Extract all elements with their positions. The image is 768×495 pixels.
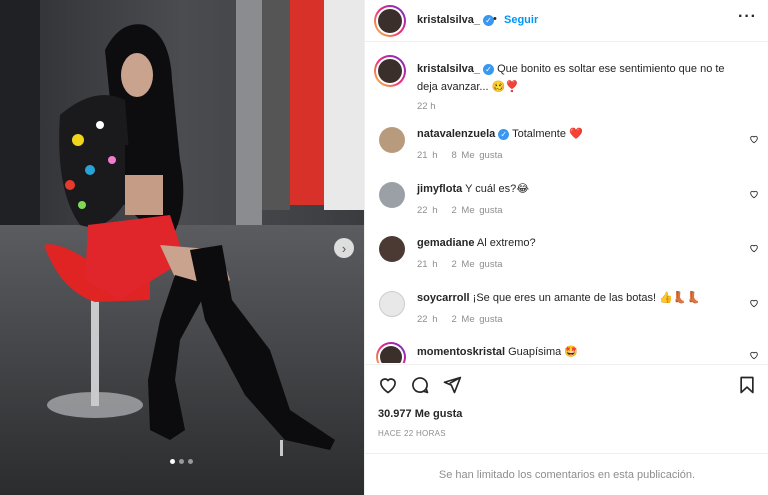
carousel-dot <box>179 459 184 464</box>
comment-likes[interactable]: 2 Me gusta <box>452 205 503 216</box>
carousel-dot-active <box>170 459 175 464</box>
comment-text: jimyflota Y cuál es?😂 <box>417 182 737 196</box>
comment-meta: 22 h 2 Me gusta <box>417 314 517 325</box>
comment-body: Y cuál es?😂 <box>465 183 530 195</box>
avatar <box>380 346 402 363</box>
post-photo[interactable]: › <box>0 0 364 495</box>
comment-username[interactable]: gemadiane <box>417 237 474 249</box>
post-viewer: › kristalsilva_ ✓ • Seguir ··· kristalsil… <box>0 0 768 495</box>
caption-time: 22 h <box>417 101 436 112</box>
comment-body: Al extremo? <box>476 237 536 249</box>
chevron-right-icon[interactable]: › <box>334 238 354 258</box>
author-avatar-ring[interactable] <box>374 5 406 37</box>
comment-text: natavalenzuela ✓ Totalmente ❤️ <box>417 127 737 141</box>
avatar-ring[interactable] <box>376 342 406 363</box>
comment-meta: 21 h 8 Me gusta <box>417 150 517 161</box>
avatar[interactable] <box>379 182 405 208</box>
post-timestamp: HACE 22 HORAS <box>378 429 446 438</box>
heart-outline-icon[interactable] <box>749 189 759 199</box>
more-horizontal-icon[interactable]: ··· <box>738 8 757 26</box>
post-side-panel: kristalsilva_ ✓ • Seguir ··· kristalsilva… <box>364 0 768 495</box>
post-header: kristalsilva_ ✓ • Seguir ··· <box>365 0 768 42</box>
comment-meta: 21 h 2 Me gusta <box>417 259 517 270</box>
separator-dot: • <box>493 13 497 25</box>
carousel-dots <box>170 459 193 464</box>
post-caption: kristalsilva_ ✓ Que bonito es soltar ese … <box>417 60 747 116</box>
comment-time: 21 h <box>417 259 438 270</box>
carousel-dot <box>188 459 193 464</box>
avatar <box>378 9 402 33</box>
likes-count[interactable]: 30.977 Me gusta <box>378 408 462 420</box>
heart-outline-icon[interactable] <box>749 243 759 253</box>
comment-body: Totalmente ❤️ <box>512 128 583 140</box>
comment-username[interactable]: soycarroll <box>417 292 470 304</box>
author-username[interactable]: kristalsilva_ ✓ <box>417 14 494 26</box>
heart-outline-icon[interactable] <box>749 350 759 360</box>
comment-username[interactable]: jimyflota <box>417 183 462 195</box>
comment-bubble-icon[interactable] <box>410 375 430 395</box>
comment-time: 22 h <box>417 314 438 325</box>
heart-outline-icon[interactable] <box>378 375 398 395</box>
avatar[interactable] <box>379 236 405 262</box>
comment-body: Guapísima 🤩 <box>508 346 579 358</box>
verified-badge-icon: ✓ <box>483 63 494 75</box>
comment-time: 22 h <box>417 205 438 216</box>
author-username-text: kristalsilva_ <box>417 14 480 26</box>
comment-username[interactable]: momentoskristal <box>417 346 505 358</box>
avatar[interactable] <box>379 291 405 317</box>
comment-text: momentoskristal Guapísima 🤩 <box>417 345 737 359</box>
post-actions: 30.977 Me gusta HACE 22 HORAS Se han lim… <box>365 364 768 495</box>
caption-avatar-ring[interactable] <box>374 55 406 87</box>
comment-text: soycarroll ¡Se que eres un amante de las… <box>417 291 737 305</box>
comment-likes[interactable]: 2 Me gusta <box>452 314 503 325</box>
comment-text: gemadiane Al extremo? <box>417 236 737 250</box>
heart-outline-icon[interactable] <box>749 298 759 308</box>
paper-plane-icon[interactable] <box>442 375 462 395</box>
comment-username[interactable]: natavalenzuela <box>417 128 495 140</box>
comment-likes[interactable]: 8 Me gusta <box>452 150 503 161</box>
comments-limited-notice: Se han limitado los comentarios en esta … <box>365 453 768 495</box>
comment-body: ¡Se que eres un amante de las botas! 👍👢👢 <box>472 292 701 304</box>
avatar <box>378 59 402 83</box>
post-image <box>0 0 364 495</box>
heart-outline-icon[interactable] <box>749 134 759 144</box>
avatar[interactable] <box>379 127 405 153</box>
comment-item: momentoskristal Guapísima 🤩 <box>365 342 768 363</box>
comment-meta: 22 h 2 Me gusta <box>417 205 517 216</box>
follow-button[interactable]: Seguir <box>504 14 538 26</box>
verified-badge-icon: ✓ <box>498 128 510 140</box>
comment-time: 21 h <box>417 150 438 161</box>
bookmark-icon[interactable] <box>737 375 757 395</box>
caption-username[interactable]: kristalsilva_ <box>417 63 480 75</box>
comment-likes[interactable]: 2 Me gusta <box>452 259 503 270</box>
